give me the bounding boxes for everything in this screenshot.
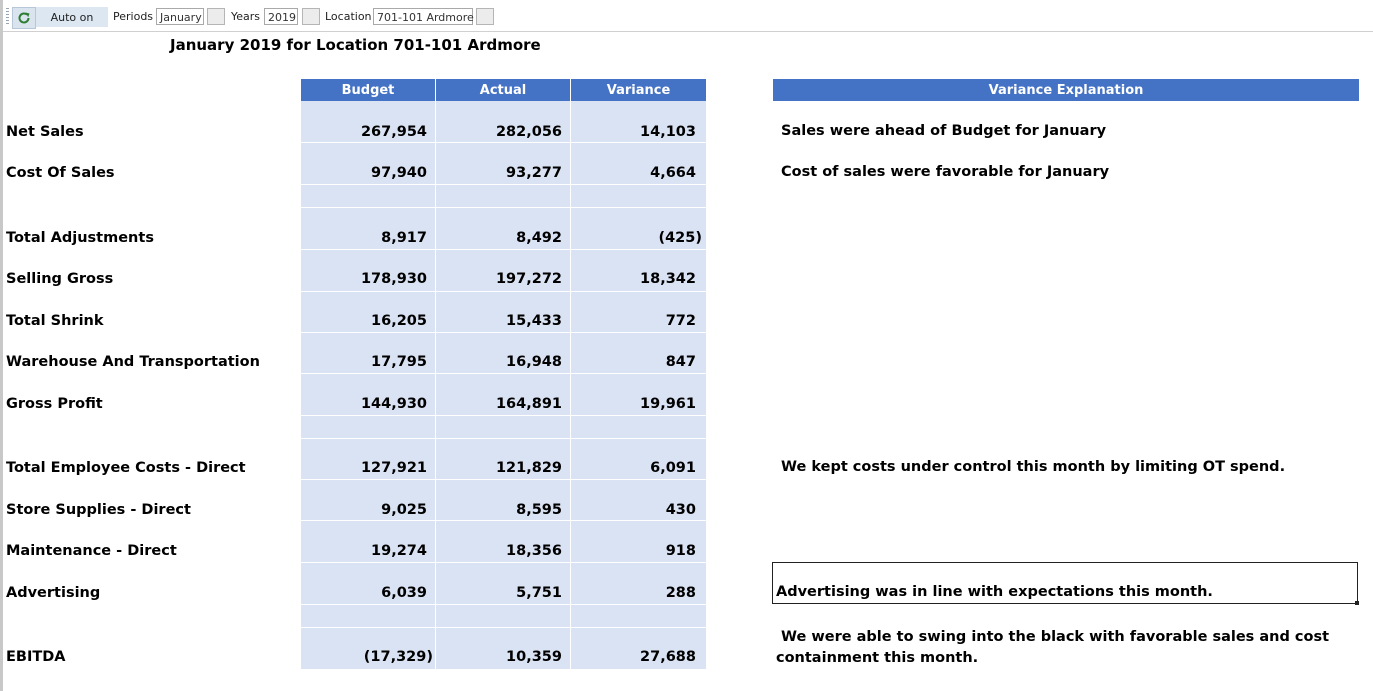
actual-cell: 18,356 xyxy=(506,543,562,559)
refresh-icon xyxy=(18,12,30,24)
variance-cell: 4,664 xyxy=(650,165,696,181)
variance-cell: 14,103 xyxy=(640,124,696,140)
actual-cell: 93,277 xyxy=(506,165,562,181)
years-dropdown-button[interactable] xyxy=(302,8,320,25)
periods-field[interactable]: January xyxy=(156,8,204,25)
variance-cell: 27,688 xyxy=(640,649,696,665)
budget-cell: 127,921 xyxy=(360,460,427,476)
variance-cell: 847 xyxy=(665,354,696,370)
row-label: Advertising xyxy=(6,585,101,601)
actual-cell: 8,595 xyxy=(516,502,562,518)
grid-line xyxy=(301,142,706,143)
grid-line xyxy=(570,79,571,669)
budget-cell: 8,917 xyxy=(381,230,427,246)
years-field[interactable]: 2019 xyxy=(264,8,298,25)
grid-line xyxy=(301,291,706,292)
budget-cell: 9,025 xyxy=(381,502,427,518)
variance-cell: (425) xyxy=(658,230,702,246)
grid-line xyxy=(301,184,706,185)
variance-explanation-header: Variance Explanation xyxy=(773,79,1359,101)
actual-cell: 197,272 xyxy=(495,271,562,287)
actual-cell: 15,433 xyxy=(506,313,562,329)
variance-cell: 18,342 xyxy=(640,271,696,287)
grid-line xyxy=(301,520,706,521)
variance-explanation: Advertising was in line with expectation… xyxy=(776,584,1213,600)
row-label: Warehouse And Transportation xyxy=(6,354,260,370)
actual-cell: 282,056 xyxy=(495,124,562,140)
row-label: Cost Of Sales xyxy=(6,165,115,181)
row-label: Total Employee Costs - Direct xyxy=(6,460,246,476)
variance-explanation: Cost of sales were favorable for January xyxy=(781,164,1110,180)
location-field[interactable]: 701-101 Ardmore xyxy=(373,8,474,25)
budget-cell: 267,954 xyxy=(360,124,427,140)
actual-cell: 121,829 xyxy=(495,460,562,476)
row-label: Total Adjustments xyxy=(6,230,154,246)
actual-cell: 16,948 xyxy=(506,354,562,370)
variance-cell: 288 xyxy=(665,585,696,601)
actual-cell: 10,359 xyxy=(506,649,562,665)
variance-cell: 19,961 xyxy=(640,396,696,412)
grid-line xyxy=(301,438,706,439)
row-label: Maintenance - Direct xyxy=(6,543,177,559)
grid-line xyxy=(301,415,706,416)
auto-on-button[interactable]: Auto on xyxy=(36,7,108,27)
report-title: January 2019 for Location 701-101 Ardmor… xyxy=(170,36,541,54)
row-label: Selling Gross xyxy=(6,271,114,287)
variance-cell: 6,091 xyxy=(650,460,696,476)
location-dropdown-button[interactable] xyxy=(476,8,494,25)
grid-line xyxy=(301,562,706,563)
row-label: Gross Profit xyxy=(6,396,103,412)
variance-cell: 772 xyxy=(665,313,696,329)
grid-line xyxy=(301,373,706,374)
grid-line xyxy=(301,604,706,605)
column-header-actual: Actual xyxy=(436,79,570,101)
window-left-border xyxy=(0,0,3,691)
grid-line xyxy=(301,332,706,333)
row-label: EBITDA xyxy=(6,649,66,665)
grid-line xyxy=(301,627,706,628)
budget-cell: 6,039 xyxy=(381,585,427,601)
budget-cell: 97,940 xyxy=(371,165,427,181)
location-label: Location xyxy=(325,10,372,23)
variance-explanation: Sales were ahead of Budget for January xyxy=(781,123,1107,139)
row-label: Store Supplies - Direct xyxy=(6,502,191,518)
budget-cell: 16,205 xyxy=(371,313,427,329)
periods-dropdown-button[interactable] xyxy=(207,8,225,25)
years-label: Years xyxy=(231,10,261,23)
actual-cell: 164,891 xyxy=(495,396,562,412)
periods-label: Periods xyxy=(113,10,154,23)
budget-cell: (17,329) xyxy=(363,649,433,665)
actual-cell: 8,492 xyxy=(516,230,562,246)
grid-line xyxy=(435,79,436,669)
variance-explanation: We were able to swing into the black wit… xyxy=(776,629,1330,666)
row-label: Net Sales xyxy=(6,124,84,140)
variance-explanation: We kept costs under control this month b… xyxy=(781,459,1286,475)
grid-line xyxy=(301,479,706,480)
data-grid xyxy=(301,101,706,669)
row-label: Total Shrink xyxy=(6,313,104,329)
column-header-variance: Variance xyxy=(571,79,706,101)
budget-cell: 178,930 xyxy=(360,271,427,287)
budget-cell: 144,930 xyxy=(360,396,427,412)
budget-cell: 17,795 xyxy=(371,354,427,370)
toolbar-grip-icon[interactable] xyxy=(6,8,9,25)
grid-line xyxy=(301,207,706,208)
variance-cell: 430 xyxy=(665,502,696,518)
grid-line xyxy=(301,249,706,250)
fill-handle[interactable] xyxy=(1355,601,1359,605)
variance-cell: 918 xyxy=(665,543,696,559)
toolbar: Auto on Periods January Years 2019 Locat… xyxy=(0,0,1373,32)
refresh-button[interactable] xyxy=(12,7,36,29)
budget-cell: 19,274 xyxy=(371,543,427,559)
actual-cell: 5,751 xyxy=(516,585,562,601)
column-header-budget: Budget xyxy=(301,79,435,101)
